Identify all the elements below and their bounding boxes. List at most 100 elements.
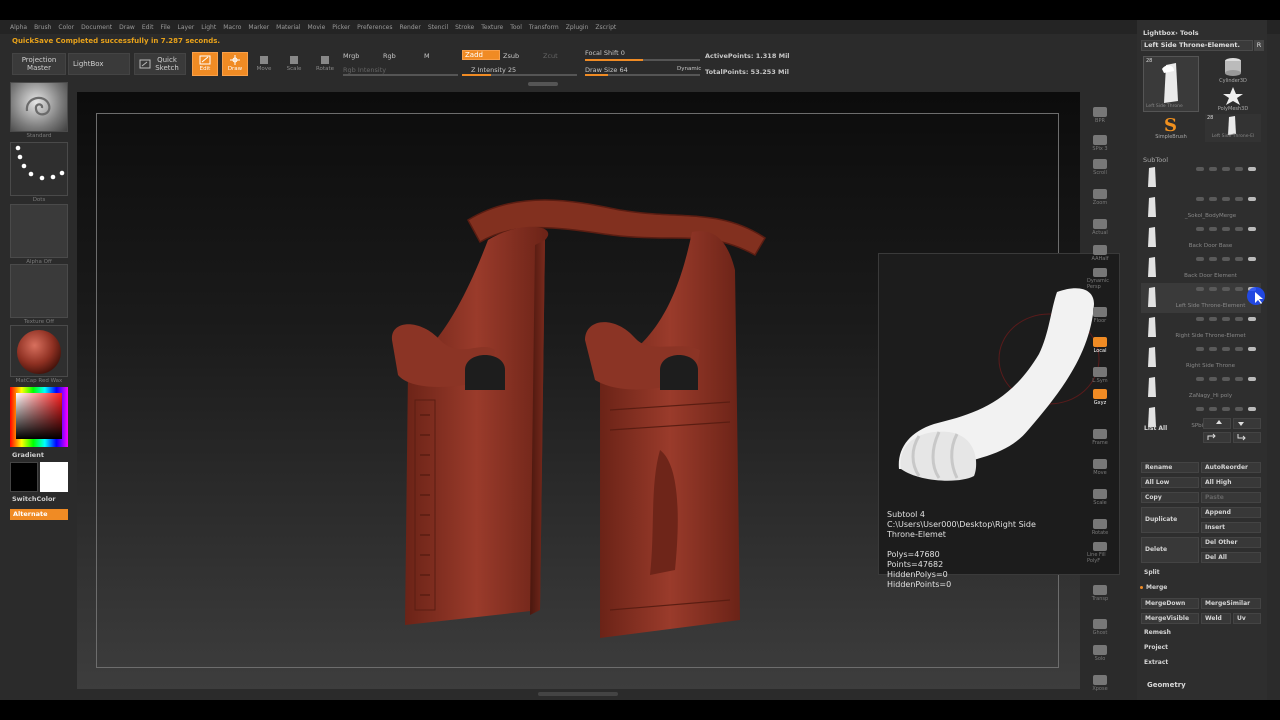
split-section[interactable]: Split bbox=[1141, 568, 1261, 579]
alternate-button[interactable]: Alternate bbox=[10, 509, 68, 520]
subtool-item[interactable]: Right Side Throne bbox=[1141, 343, 1261, 373]
menu-item-brush[interactable]: Brush bbox=[34, 24, 51, 31]
subtool-item[interactable]: ZaNagy_Hi poly bbox=[1141, 373, 1261, 403]
shelf-solo-button[interactable]: Solo bbox=[1087, 640, 1113, 662]
shelf-ghost-button[interactable]: Ghost bbox=[1087, 614, 1113, 636]
menu-item-transform[interactable]: Transform bbox=[529, 24, 559, 31]
subtool-item[interactable]: Left Side Throne-Element bbox=[1141, 283, 1261, 313]
menu-item-movie[interactable]: Movie bbox=[308, 24, 326, 31]
shelf-transp-button[interactable]: Transp bbox=[1087, 580, 1113, 602]
duplicate-button[interactable]: Duplicate bbox=[1141, 507, 1199, 533]
shelf-local-button[interactable]: Local bbox=[1087, 332, 1113, 354]
shelf-frame-button[interactable]: Frame bbox=[1087, 424, 1113, 446]
paste-button[interactable]: Paste bbox=[1201, 492, 1261, 503]
tool-thumb-polymesh[interactable]: PolyMesh3D bbox=[1205, 86, 1261, 114]
subtool-toggles[interactable] bbox=[1196, 317, 1256, 323]
z-intensity-slider[interactable]: Z Intensity 25 bbox=[471, 66, 516, 74]
menu-item-layer[interactable]: Layer bbox=[178, 24, 195, 31]
brush-thumbnail[interactable] bbox=[10, 82, 68, 132]
rename-button[interactable]: Rename bbox=[1141, 462, 1199, 473]
zsub-button[interactable]: Zsub bbox=[503, 52, 519, 60]
menu-item-edit[interactable]: Edit bbox=[142, 24, 154, 31]
shelf-spix-3-button[interactable]: SPix 3 bbox=[1087, 130, 1113, 152]
subtool-toggles[interactable] bbox=[1196, 407, 1256, 413]
auto-reorder-button[interactable]: AutoReorder bbox=[1201, 462, 1261, 473]
throne-model[interactable] bbox=[380, 190, 780, 650]
m-toggle[interactable]: M bbox=[424, 52, 430, 60]
shelf-dynamic-persp-button[interactable]: Dynamic Persp bbox=[1087, 268, 1113, 290]
edit-button[interactable]: Edit bbox=[192, 52, 218, 76]
merge-down-button[interactable]: MergeDown bbox=[1141, 598, 1199, 609]
menu-item-stroke[interactable]: Stroke bbox=[455, 24, 474, 31]
draw-size-slider[interactable]: Draw Size 64 bbox=[585, 66, 628, 74]
subtool-toggles[interactable] bbox=[1196, 197, 1256, 203]
lightbox-tools-link[interactable]: Lightbox› Tools bbox=[1143, 29, 1199, 37]
weld-button[interactable]: Weld bbox=[1201, 613, 1231, 624]
shelf-scroll-button[interactable]: Scroll bbox=[1087, 154, 1113, 176]
tool-thumb-simplebrush[interactable]: S SimpleBrush bbox=[1143, 114, 1199, 142]
tool-thumb-left-side-throne[interactable]: 28 Left Side Throne bbox=[1143, 56, 1199, 112]
rgb-toggle[interactable]: Rgb bbox=[383, 52, 396, 60]
menu-item-render[interactable]: Render bbox=[399, 24, 420, 31]
menu-item-picker[interactable]: Picker bbox=[332, 24, 350, 31]
gradient-label[interactable]: Gradient bbox=[12, 451, 44, 459]
color-picker-square[interactable] bbox=[16, 393, 62, 439]
list-all-button[interactable]: List All bbox=[1141, 424, 1197, 436]
shelf-line-fill-polyf-button[interactable]: Line Fill PolyF bbox=[1087, 542, 1113, 564]
shelf-l-sym-button[interactable]: L.Sym bbox=[1087, 362, 1113, 384]
menu-item-stencil[interactable]: Stencil bbox=[428, 24, 448, 31]
move-top-button[interactable] bbox=[1203, 432, 1231, 443]
scale-button[interactable]: Scale bbox=[282, 52, 306, 76]
subtool-toggles[interactable] bbox=[1196, 167, 1256, 173]
shelf-zoom-button[interactable]: Zoom bbox=[1087, 184, 1113, 206]
top-shelf-handle[interactable] bbox=[528, 82, 558, 86]
subtool-toggles[interactable] bbox=[1196, 257, 1256, 263]
dynamic-toggle[interactable]: Dynamic bbox=[677, 66, 701, 72]
bottom-shelf-handle[interactable] bbox=[538, 692, 618, 696]
rotate-button[interactable]: Rotate bbox=[313, 52, 337, 76]
alpha-thumbnail[interactable] bbox=[10, 204, 68, 258]
shelf-floor-button[interactable]: Floor bbox=[1087, 302, 1113, 324]
projection-master-button[interactable]: Projection Master bbox=[12, 53, 66, 75]
move-button[interactable]: Move bbox=[252, 52, 276, 76]
all-low-button[interactable]: All Low bbox=[1141, 477, 1199, 488]
del-other-button[interactable]: Del Other bbox=[1201, 537, 1261, 548]
shelf-move-button[interactable]: Move bbox=[1087, 454, 1113, 476]
tool-thumb-left-side-throne-el[interactable]: 28 Left Side Throne-El bbox=[1205, 114, 1261, 142]
copy-button[interactable]: Copy bbox=[1141, 492, 1199, 503]
material-thumbnail[interactable] bbox=[10, 325, 68, 377]
r-button[interactable]: R bbox=[1254, 40, 1264, 51]
subtool-item[interactable]: Right Side Throne-Elemet bbox=[1141, 313, 1261, 343]
menu-item-file[interactable]: File bbox=[160, 24, 170, 31]
menu-item-macro[interactable]: Macro bbox=[223, 24, 241, 31]
focal-shift-slider[interactable]: Focal Shift 0 bbox=[585, 49, 625, 57]
del-all-button[interactable]: Del All bbox=[1201, 552, 1261, 563]
color-picker[interactable] bbox=[10, 387, 68, 447]
menu-item-marker[interactable]: Marker bbox=[248, 24, 269, 31]
menu-item-tool[interactable]: Tool bbox=[510, 24, 522, 31]
lightbox-button[interactable]: LightBox bbox=[68, 53, 130, 75]
draw-button[interactable]: Draw bbox=[222, 52, 248, 76]
zadd-button[interactable]: Zadd bbox=[462, 50, 500, 60]
zcut-button[interactable]: Zcut bbox=[543, 52, 558, 60]
delete-button[interactable]: Delete bbox=[1141, 537, 1199, 563]
menu-item-draw[interactable]: Draw bbox=[119, 24, 135, 31]
insert-button[interactable]: Insert bbox=[1201, 522, 1261, 533]
append-button[interactable]: Append bbox=[1201, 507, 1261, 518]
subtool-item[interactable]: _Sokol_BodyMerge bbox=[1141, 193, 1261, 223]
move-up-button[interactable] bbox=[1203, 418, 1231, 429]
subtool-toggles[interactable] bbox=[1196, 377, 1256, 383]
uv-button[interactable]: Uv bbox=[1233, 613, 1261, 624]
shelf-aahalf-button[interactable]: AAHalf bbox=[1087, 240, 1113, 262]
project-section[interactable]: Project bbox=[1141, 643, 1261, 654]
menu-item-alpha[interactable]: Alpha bbox=[10, 24, 27, 31]
subtool-item[interactable]: Back Door Element bbox=[1141, 253, 1261, 283]
merge-visible-button[interactable]: MergeVisible bbox=[1141, 613, 1199, 624]
switch-color-button[interactable]: SwitchColor bbox=[12, 495, 56, 503]
subtool-item[interactable]: Back Door Base bbox=[1141, 223, 1261, 253]
menu-item-document[interactable]: Document bbox=[81, 24, 112, 31]
merge-similar-button[interactable]: MergeSimilar bbox=[1201, 598, 1261, 609]
shelf-gxyz-button[interactable]: Gxyz bbox=[1087, 384, 1113, 406]
tool-thumb-cylinder[interactable]: Cylinder3D bbox=[1205, 56, 1261, 86]
menu-item-zplugin[interactable]: Zplugin bbox=[566, 24, 589, 31]
